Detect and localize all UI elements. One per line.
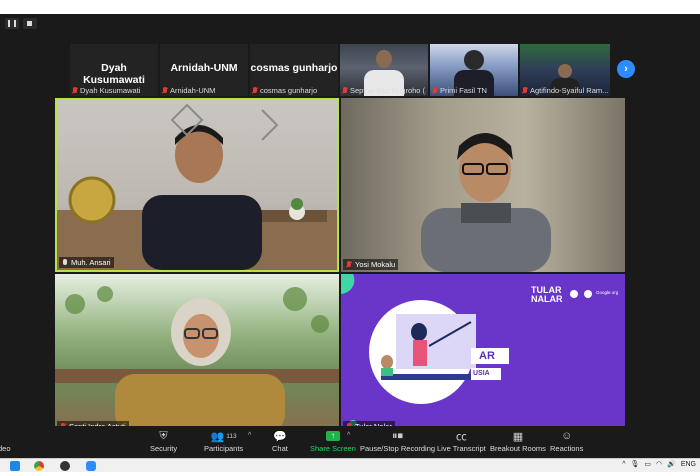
system-tray: ^ 🎙 ▭ ◠ 🔊 ENG (622, 460, 696, 469)
live-transcript-button[interactable]: ㏄ Live Transcript (437, 428, 486, 458)
tular-nalar-logo: TULAR NALAR (531, 285, 563, 304)
thumbnail-label: Primi Fasil TN (440, 86, 487, 95)
thumbnail-label: Agtifindo-Syaiful Ram... (530, 86, 608, 95)
shield-icon: ⛨ (159, 429, 168, 442)
os-taskbar: ^ 🎙 ▭ ◠ 🔊 ENG (0, 458, 700, 472)
thumbnail-label: Dyah Kusumawati (80, 86, 141, 95)
zoom-meeting-window: Dyah Kusumawati Dyah Kusumawati Arnidah-… (0, 14, 700, 458)
participant-name-label: Muh. Ansari (59, 257, 114, 268)
thumbnail-label: Septiaji Eko Nugroho (... (350, 86, 426, 95)
thumbnail-septiaji[interactable]: Septiaji Eko Nugroho (... (340, 44, 428, 96)
mic-muted-icon (72, 87, 78, 94)
microphone-icon[interactable]: 🎙 (630, 460, 639, 468)
video-tile-tular-nalar[interactable]: TULAR NALAR Google.org AR USIA Tular Nal… (341, 274, 625, 434)
share-screen-icon: ↑ (325, 431, 340, 441)
thumbnail-display-name: cosmas gunharjo (250, 62, 338, 74)
meeting-toolbar: deo ⛨ Security 👥 113 Participants ^ 💬 Cha… (0, 426, 700, 458)
mic-icon (62, 259, 68, 266)
zoom-app-icon[interactable] (86, 461, 96, 471)
video-tile-yosi[interactable]: Yosi Mokalu (341, 98, 625, 272)
participant-video (558, 64, 572, 78)
breakout-rooms-button[interactable]: ▦ Breakout Rooms (490, 428, 546, 458)
mic-muted-icon (162, 87, 168, 94)
pause-stop-icon: ⏸⏹ (392, 429, 404, 442)
thumbnail-dyah[interactable]: Dyah Kusumawati Dyah Kusumawati (70, 44, 158, 96)
security-button[interactable]: ⛨ Security (150, 428, 177, 458)
participants-icon: 👥 (210, 430, 225, 443)
video-tile-ansari[interactable]: Muh. Ansari (55, 98, 339, 272)
mic-muted-icon (432, 87, 438, 94)
volume-icon[interactable]: 🔊 (667, 460, 676, 468)
participant-name-label: Yosi Mokalu (343, 259, 399, 270)
pause-icon (8, 20, 16, 27)
battery-icon[interactable]: ▭ (644, 460, 651, 468)
pause-view-button[interactable] (5, 18, 19, 29)
thumbnail-label: Arnidah-UNM (170, 86, 216, 95)
thumbnail-agtifindo[interactable]: Agtifindo-Syaiful Ram... (520, 44, 610, 96)
mic-muted-icon (342, 87, 348, 94)
mic-muted-icon (346, 261, 352, 268)
participants-caret-icon[interactable]: ^ (248, 432, 251, 439)
thumbnail-cosmas[interactable]: cosmas gunharjo cosmas gunharjo (250, 44, 338, 96)
participant-video (464, 50, 484, 70)
view-controls (5, 18, 37, 29)
mic-muted-icon (522, 87, 528, 94)
thumbnail-display-name: Dyah Kusumawati (83, 62, 145, 86)
reactions-button[interactable]: ☺ Reactions (550, 428, 583, 458)
grid-icon: ▦ (512, 430, 524, 443)
chrome-icon[interactable] (34, 461, 44, 471)
language-indicator[interactable]: ENG (681, 461, 696, 468)
thumbnail-arnidah[interactable]: Arnidah-UNM Arnidah-UNM (160, 44, 248, 96)
slide-text: USIA (473, 370, 490, 377)
chat-icon: 💬 (273, 430, 287, 443)
wifi-icon[interactable]: ◠ (656, 460, 662, 468)
video-button[interactable]: deo (0, 428, 11, 458)
participants-count: 113 (226, 432, 237, 440)
slide-text: AR (479, 350, 495, 362)
app-icon[interactable] (60, 461, 70, 471)
thumbnail-label: cosmas gunharjo (260, 86, 318, 95)
closed-caption-icon: ㏄ (455, 431, 467, 443)
participant-video (57, 103, 337, 270)
chevron-up-icon[interactable]: ^ (622, 461, 625, 468)
recording-button[interactable]: ⏸⏹ Pause/Stop Recording (360, 428, 435, 458)
mic-muted-icon (252, 87, 258, 94)
thumbnail-display-name: Arnidah-UNM (170, 62, 238, 74)
share-caret-icon[interactable]: ^ (347, 432, 350, 439)
thumbnail-primi[interactable]: Primi Fasil TN (430, 44, 518, 96)
video-tile-santi[interactable]: Santi Indra Astuti (55, 274, 339, 434)
participant-video (55, 286, 339, 434)
thumbnail-strip: Dyah Kusumawati Dyah Kusumawati Arnidah-… (70, 44, 640, 96)
chevron-right-icon: › (624, 63, 628, 75)
participant-video (421, 133, 551, 272)
windows-start-icon[interactable] (10, 461, 20, 471)
participant-video (376, 50, 392, 68)
stop-view-button[interactable] (23, 18, 37, 29)
emoji-icon: ☺ (561, 430, 573, 442)
chat-button[interactable]: 💬 Chat (272, 428, 288, 458)
participants-button[interactable]: 👥 113 Participants (204, 428, 243, 458)
next-page-button[interactable]: › (617, 60, 635, 78)
partner-logo-text: Google.org (596, 290, 619, 295)
stop-icon (27, 21, 32, 26)
